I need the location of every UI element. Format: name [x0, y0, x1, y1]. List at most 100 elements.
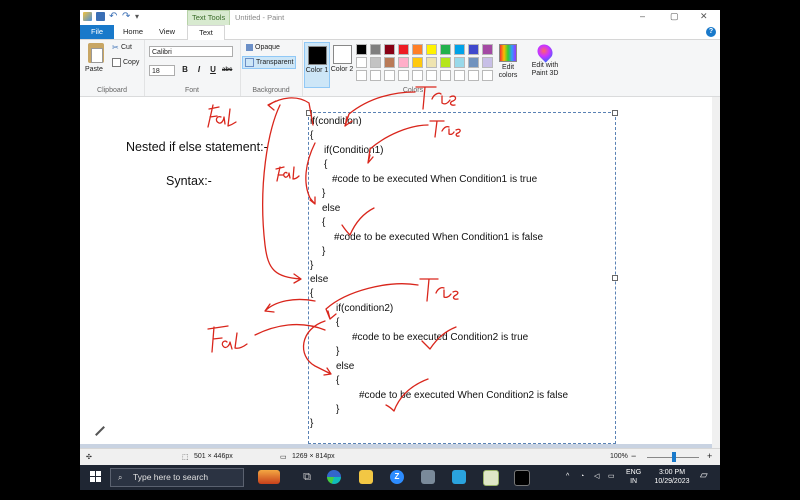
color-1-button[interactable]: Color 1: [304, 42, 330, 88]
clock[interactable]: 3:00 PM 10/29/2023: [650, 468, 694, 486]
paint-app-icon: [83, 12, 92, 21]
file-explorer-icon[interactable]: [359, 470, 373, 484]
copy-button[interactable]: Copy: [112, 58, 139, 67]
strikethrough-button[interactable]: abc: [222, 67, 232, 73]
cond2-true-arrow: [325, 283, 419, 320]
palette-swatch[interactable]: [370, 70, 381, 81]
palette-swatch[interactable]: [398, 70, 409, 81]
paste-button[interactable]: Paste: [85, 66, 103, 73]
palette-swatch[interactable]: [356, 44, 367, 55]
image-size: 1269 × 814px: [292, 453, 335, 460]
background-group: Opaque Transparent Background: [240, 40, 303, 96]
true-label-3: [419, 278, 459, 302]
palette-swatch[interactable]: [398, 44, 409, 55]
clipboard-group: Paste ✂ Cut Copy Clipboard: [80, 40, 145, 96]
palette-swatch[interactable]: [426, 70, 437, 81]
paint-taskbar-icon[interactable]: [483, 470, 499, 486]
opaque-icon: [246, 44, 253, 51]
palette-swatch[interactable]: [454, 70, 465, 81]
edge-icon[interactable]: [327, 470, 341, 484]
tab-home[interactable]: Home: [118, 25, 148, 39]
save-icon[interactable]: [96, 12, 105, 21]
taskbar: Type here to search ⌕ ⧉ Z ^ ◔ ◁ ▭ ENG IN…: [80, 465, 720, 490]
edit-colors-button[interactable]: Edit colors: [495, 44, 521, 80]
palette-swatch[interactable]: [454, 57, 465, 68]
zoom-app-icon[interactable]: Z: [390, 470, 404, 484]
language-indicator[interactable]: ENG IN: [626, 468, 641, 486]
maximize-button[interactable]: ▢: [670, 11, 679, 22]
palette-swatch[interactable]: [440, 44, 451, 55]
palette-swatch[interactable]: [412, 57, 423, 68]
cut-button[interactable]: ✂ Cut: [112, 44, 132, 52]
vertical-scrollbar[interactable]: [712, 97, 720, 448]
network-icon[interactable]: ◔: [580, 472, 584, 481]
ribbon: Paste ✂ Cut Copy Clipboard Calibri 18 B …: [80, 40, 720, 97]
close-button[interactable]: ✕: [700, 11, 708, 22]
terminal-icon[interactable]: [514, 470, 530, 486]
palette-swatch[interactable]: [370, 44, 381, 55]
tab-file[interactable]: File: [80, 25, 114, 39]
zoom-out-button[interactable]: −: [631, 451, 636, 461]
cond1-false-arrow: [305, 142, 316, 205]
windows-start-icon[interactable]: [90, 471, 101, 482]
transparent-icon: [245, 58, 254, 67]
font-size-select[interactable]: 18: [149, 65, 175, 76]
palette-swatch[interactable]: [412, 70, 423, 81]
palette-swatch[interactable]: [370, 57, 381, 68]
volume-icon[interactable]: ◁: [594, 472, 599, 481]
palette-swatch[interactable]: [440, 57, 451, 68]
opaque-option[interactable]: Opaque: [244, 43, 282, 52]
task-view-icon[interactable]: ⧉: [300, 470, 314, 484]
image-size-icon: ▭: [280, 454, 287, 461]
bold-button[interactable]: B: [180, 65, 190, 74]
clipboard-group-label: Clipboard: [97, 87, 127, 94]
false-handwriting: [207, 104, 237, 128]
tray-chevron-icon[interactable]: ^: [566, 472, 569, 481]
underline-button[interactable]: U: [208, 65, 218, 74]
drawing-canvas[interactable]: Nested if else statement:- Syntax:- if(c…: [80, 86, 712, 444]
palette-swatch[interactable]: [482, 57, 493, 68]
tab-view[interactable]: View: [152, 25, 182, 39]
taskbar-search-input[interactable]: Type here to search: [110, 468, 244, 487]
false-if-to-else-arrow: [262, 104, 302, 284]
redo-icon[interactable]: ↷: [122, 12, 131, 22]
paste-icon[interactable]: [88, 43, 104, 63]
edit-with-paint3d-button[interactable]: Edit with Paint 3D: [527, 41, 563, 78]
palette-swatch[interactable]: [426, 57, 437, 68]
palette-swatch[interactable]: [384, 57, 395, 68]
transparent-option[interactable]: Transparent: [242, 56, 297, 69]
zoom-slider-thumb[interactable]: [672, 452, 676, 462]
palette-swatch[interactable]: [468, 70, 479, 81]
text-tools-context-tab: Text Tools: [187, 10, 231, 25]
palette-swatch[interactable]: [468, 44, 479, 55]
palette-swatch[interactable]: [384, 70, 395, 81]
palette-swatch[interactable]: [454, 44, 465, 55]
palette-swatch[interactable]: [384, 44, 395, 55]
help-icon[interactable]: ?: [706, 27, 716, 37]
battery-icon[interactable]: ▭: [608, 472, 615, 481]
zoom-in-button[interactable]: +: [707, 451, 712, 461]
palette-swatch[interactable]: [398, 57, 409, 68]
palette-swatch[interactable]: [412, 44, 423, 55]
palette-swatch[interactable]: [482, 44, 493, 55]
notifications-icon[interactable]: ▱: [700, 471, 708, 481]
undo-icon[interactable]: ↶: [109, 12, 118, 22]
snipping-tool-icon[interactable]: [421, 470, 435, 484]
search-highlight-icon[interactable]: [258, 470, 280, 484]
palette-swatch[interactable]: [356, 57, 367, 68]
cursor-position-icon: ✣: [86, 454, 92, 461]
palette-swatch[interactable]: [440, 70, 451, 81]
color-2-button[interactable]: Color 2: [330, 42, 354, 86]
palette-swatch[interactable]: [468, 57, 479, 68]
tab-text[interactable]: Text: [187, 25, 225, 41]
minimize-button[interactable]: –: [640, 11, 645, 21]
customize-qat-icon[interactable]: ▾: [135, 12, 144, 21]
italic-button[interactable]: I: [194, 65, 204, 74]
font-family-select[interactable]: Calibri: [149, 46, 233, 57]
true-arrow: [344, 91, 416, 127]
colors-group-label: Colors: [402, 87, 424, 94]
palette-swatch[interactable]: [426, 44, 437, 55]
telegram-icon[interactable]: [452, 470, 466, 484]
palette-swatch[interactable]: [482, 70, 493, 81]
palette-swatch[interactable]: [356, 70, 367, 81]
